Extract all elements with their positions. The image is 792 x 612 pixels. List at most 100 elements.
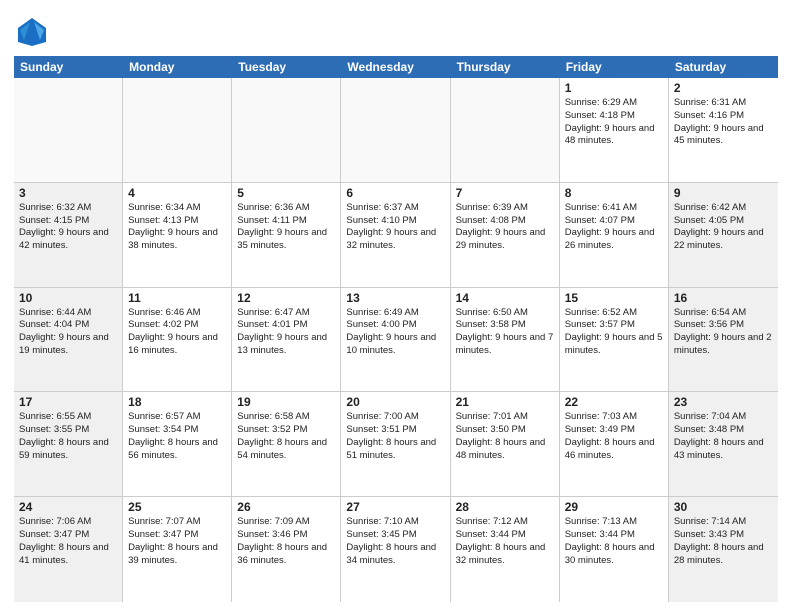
day-cell-20: 20 Sunrise: 7:00 AMSunset: 3:51 PMDayligh… bbox=[341, 392, 450, 496]
day-number: 9 bbox=[674, 186, 773, 200]
day-info: Sunrise: 7:01 AMSunset: 3:50 PMDaylight:… bbox=[456, 411, 554, 462]
day-info: Sunrise: 6:34 AMSunset: 4:13 PMDaylight:… bbox=[128, 202, 226, 253]
day-number: 30 bbox=[674, 500, 773, 514]
day-info: Sunrise: 7:06 AMSunset: 3:47 PMDaylight:… bbox=[19, 516, 117, 567]
day-cell-8: 8 Sunrise: 6:41 AMSunset: 4:07 PMDaylight… bbox=[560, 183, 669, 287]
day-info: Sunrise: 7:09 AMSunset: 3:46 PMDaylight:… bbox=[237, 516, 335, 567]
day-info: Sunrise: 7:07 AMSunset: 3:47 PMDaylight:… bbox=[128, 516, 226, 567]
day-info: Sunrise: 6:58 AMSunset: 3:52 PMDaylight:… bbox=[237, 411, 335, 462]
header bbox=[14, 10, 778, 50]
day-cell-22: 22 Sunrise: 7:03 AMSunset: 3:49 PMDayligh… bbox=[560, 392, 669, 496]
day-number: 11 bbox=[128, 291, 226, 305]
day-number: 17 bbox=[19, 395, 117, 409]
day-cell-19: 19Sunrise: 6:58 AMSunset: 3:52 PMDayligh… bbox=[232, 392, 341, 496]
day-info: Sunrise: 6:47 AMSunset: 4:01 PMDaylight:… bbox=[237, 307, 335, 358]
day-number: 1 bbox=[565, 81, 663, 95]
calendar-row-4: 24 Sunrise: 7:06 AMSunset: 3:47 PMDayligh… bbox=[14, 497, 778, 602]
day-cell-3: 3 Sunrise: 6:32 AMSunset: 4:15 PMDaylight… bbox=[14, 183, 123, 287]
weekday-header-thursday: Thursday bbox=[451, 56, 560, 78]
day-info: Sunrise: 6:39 AMSunset: 4:08 PMDaylight:… bbox=[456, 202, 554, 253]
day-info: Sunrise: 6:49 AMSunset: 4:00 PMDaylight:… bbox=[346, 307, 444, 358]
day-number: 20 bbox=[346, 395, 444, 409]
empty-cell-0-1 bbox=[123, 78, 232, 182]
day-number: 10 bbox=[19, 291, 117, 305]
day-info: Sunrise: 6:44 AMSunset: 4:04 PMDaylight:… bbox=[19, 307, 117, 358]
day-number: 3 bbox=[19, 186, 117, 200]
day-cell-29: 29 Sunrise: 7:13 AMSunset: 3:44 PMDayligh… bbox=[560, 497, 669, 602]
day-cell-18: 18 Sunrise: 6:57 AMSunset: 3:54 PMDayligh… bbox=[123, 392, 232, 496]
day-number: 25 bbox=[128, 500, 226, 514]
day-cell-6: 6 Sunrise: 6:37 AMSunset: 4:10 PMDaylight… bbox=[341, 183, 450, 287]
day-cell-1: 1 Sunrise: 6:29 AMSunset: 4:18 PMDaylight… bbox=[560, 78, 669, 182]
empty-cell-0-3 bbox=[341, 78, 450, 182]
day-info: Sunrise: 7:00 AMSunset: 3:51 PMDaylight:… bbox=[346, 411, 444, 462]
day-info: Sunrise: 6:36 AMSunset: 4:11 PMDaylight:… bbox=[237, 202, 335, 253]
logo-icon bbox=[14, 14, 50, 50]
day-cell-2: 2 Sunrise: 6:31 AMSunset: 4:16 PMDaylight… bbox=[669, 78, 778, 182]
empty-cell-0-4 bbox=[451, 78, 560, 182]
day-info: Sunrise: 6:54 AMSunset: 3:56 PMDaylight:… bbox=[674, 307, 773, 358]
calendar: SundayMondayTuesdayWednesdayThursdayFrid… bbox=[14, 56, 778, 602]
day-number: 8 bbox=[565, 186, 663, 200]
day-number: 13 bbox=[346, 291, 444, 305]
day-info: Sunrise: 6:32 AMSunset: 4:15 PMDaylight:… bbox=[19, 202, 117, 253]
calendar-header: SundayMondayTuesdayWednesdayThursdayFrid… bbox=[14, 56, 778, 78]
day-number: 7 bbox=[456, 186, 554, 200]
weekday-header-tuesday: Tuesday bbox=[232, 56, 341, 78]
day-cell-10: 10 Sunrise: 6:44 AMSunset: 4:04 PMDayligh… bbox=[14, 288, 123, 392]
weekday-header-friday: Friday bbox=[560, 56, 669, 78]
empty-cell-0-2 bbox=[232, 78, 341, 182]
day-number: 5 bbox=[237, 186, 335, 200]
day-cell-11: 11 Sunrise: 6:46 AMSunset: 4:02 PMDayligh… bbox=[123, 288, 232, 392]
day-cell-5: 5 Sunrise: 6:36 AMSunset: 4:11 PMDaylight… bbox=[232, 183, 341, 287]
day-info: Sunrise: 6:46 AMSunset: 4:02 PMDaylight:… bbox=[128, 307, 226, 358]
day-number: 22 bbox=[565, 395, 663, 409]
day-info: Sunrise: 6:55 AMSunset: 3:55 PMDaylight:… bbox=[19, 411, 117, 462]
day-number: 14 bbox=[456, 291, 554, 305]
day-number: 12 bbox=[237, 291, 335, 305]
day-number: 28 bbox=[456, 500, 554, 514]
day-cell-25: 25 Sunrise: 7:07 AMSunset: 3:47 PMDayligh… bbox=[123, 497, 232, 602]
day-cell-23: 23Sunrise: 7:04 AMSunset: 3:48 PMDayligh… bbox=[669, 392, 778, 496]
weekday-header-saturday: Saturday bbox=[669, 56, 778, 78]
day-number: 2 bbox=[674, 81, 773, 95]
day-cell-30: 30 Sunrise: 7:14 AMSunset: 3:43 PMDayligh… bbox=[669, 497, 778, 602]
day-cell-21: 21Sunrise: 7:01 AMSunset: 3:50 PMDayligh… bbox=[451, 392, 560, 496]
day-number: 23 bbox=[674, 395, 773, 409]
day-number: 24 bbox=[19, 500, 117, 514]
day-cell-17: 17 Sunrise: 6:55 AMSunset: 3:55 PMDayligh… bbox=[14, 392, 123, 496]
day-cell-27: 27 Sunrise: 7:10 AMSunset: 3:45 PMDayligh… bbox=[341, 497, 450, 602]
day-number: 6 bbox=[346, 186, 444, 200]
day-number: 27 bbox=[346, 500, 444, 514]
day-number: 29 bbox=[565, 500, 663, 514]
day-info: Sunrise: 6:52 AMSunset: 3:57 PMDaylight:… bbox=[565, 307, 663, 358]
day-cell-28: 28Sunrise: 7:12 AMSunset: 3:44 PMDayligh… bbox=[451, 497, 560, 602]
day-number: 4 bbox=[128, 186, 226, 200]
day-number: 15 bbox=[565, 291, 663, 305]
day-info: Sunrise: 6:29 AMSunset: 4:18 PMDaylight:… bbox=[565, 97, 663, 148]
day-info: Sunrise: 7:03 AMSunset: 3:49 PMDaylight:… bbox=[565, 411, 663, 462]
day-info: Sunrise: 6:57 AMSunset: 3:54 PMDaylight:… bbox=[128, 411, 226, 462]
day-cell-4: 4 Sunrise: 6:34 AMSunset: 4:13 PMDaylight… bbox=[123, 183, 232, 287]
day-cell-12: 12 Sunrise: 6:47 AMSunset: 4:01 PMDayligh… bbox=[232, 288, 341, 392]
day-info: Sunrise: 7:10 AMSunset: 3:45 PMDaylight:… bbox=[346, 516, 444, 567]
day-info: Sunrise: 7:14 AMSunset: 3:43 PMDaylight:… bbox=[674, 516, 773, 567]
day-info: Sunrise: 6:41 AMSunset: 4:07 PMDaylight:… bbox=[565, 202, 663, 253]
day-cell-16: 16 Sunrise: 6:54 AMSunset: 3:56 PMDayligh… bbox=[669, 288, 778, 392]
day-cell-7: 7 Sunrise: 6:39 AMSunset: 4:08 PMDaylight… bbox=[451, 183, 560, 287]
calendar-row-2: 10 Sunrise: 6:44 AMSunset: 4:04 PMDayligh… bbox=[14, 288, 778, 393]
empty-cell-0-0 bbox=[14, 78, 123, 182]
day-info: Sunrise: 6:31 AMSunset: 4:16 PMDaylight:… bbox=[674, 97, 773, 148]
day-info: Sunrise: 7:13 AMSunset: 3:44 PMDaylight:… bbox=[565, 516, 663, 567]
weekday-header-monday: Monday bbox=[123, 56, 232, 78]
day-number: 16 bbox=[674, 291, 773, 305]
day-cell-14: 14Sunrise: 6:50 AMSunset: 3:58 PMDayligh… bbox=[451, 288, 560, 392]
calendar-row-1: 3 Sunrise: 6:32 AMSunset: 4:15 PMDaylight… bbox=[14, 183, 778, 288]
day-number: 18 bbox=[128, 395, 226, 409]
day-cell-15: 15 Sunrise: 6:52 AMSunset: 3:57 PMDayligh… bbox=[560, 288, 669, 392]
day-info: Sunrise: 6:37 AMSunset: 4:10 PMDaylight:… bbox=[346, 202, 444, 253]
page: SundayMondayTuesdayWednesdayThursdayFrid… bbox=[0, 0, 792, 612]
weekday-header-wednesday: Wednesday bbox=[341, 56, 450, 78]
day-cell-24: 24 Sunrise: 7:06 AMSunset: 3:47 PMDayligh… bbox=[14, 497, 123, 602]
day-number: 26 bbox=[237, 500, 335, 514]
